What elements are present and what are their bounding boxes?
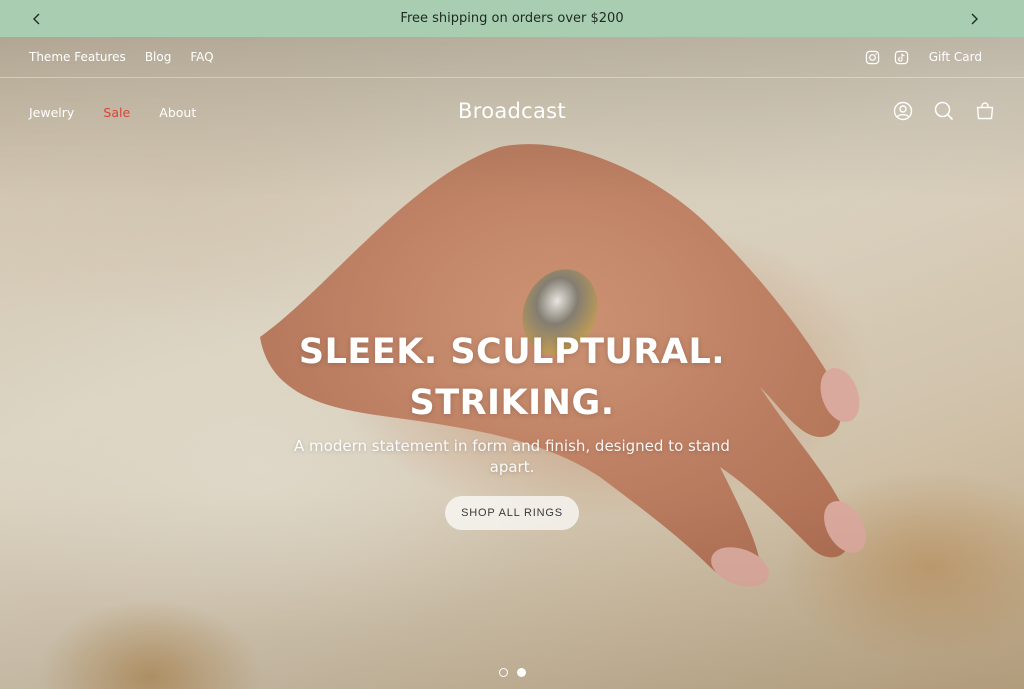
nav-link-jewelry[interactable]: Jewelry	[29, 105, 74, 120]
search-icon[interactable]	[934, 101, 954, 121]
announcement-bar: Free shipping on orders over $200	[0, 0, 1024, 37]
hero-title: SLEEK. SCULPTURAL. STRIKING.	[282, 327, 742, 429]
utility-link-blog[interactable]: Blog	[145, 50, 172, 64]
tiktok-icon[interactable]	[894, 50, 909, 65]
main-nav-links: Jewelry Sale About	[29, 102, 220, 121]
utility-link-faq[interactable]: FAQ	[190, 50, 213, 64]
account-icon[interactable]	[893, 101, 913, 121]
shop-all-rings-button[interactable]: SHOP ALL RINGS	[445, 496, 579, 530]
site-logo[interactable]: Broadcast	[458, 99, 566, 123]
utility-link-theme-features[interactable]: Theme Features	[29, 50, 126, 64]
chevron-left-icon	[32, 13, 39, 24]
nav-link-about[interactable]: About	[159, 105, 196, 120]
utility-nav: Theme Features Blog FAQ Gift Card	[0, 37, 1024, 78]
slide-dot-1[interactable]	[498, 668, 508, 677]
hero-title-line1: SLEEK. SCULPTURAL.	[298, 332, 726, 372]
nav-link-sale[interactable]: Sale	[103, 105, 130, 120]
slide-dot-2[interactable]	[516, 668, 526, 677]
gift-card-link[interactable]: Gift Card	[929, 50, 982, 64]
announcement-text: Free shipping on orders over $200	[400, 11, 624, 26]
hero-title-line2: STRIKING.	[409, 383, 615, 423]
chevron-right-icon	[971, 13, 978, 24]
hero-subtitle: A modern statement in form and finish, d…	[294, 437, 730, 476]
announcement-next-button[interactable]	[955, 0, 992, 37]
header-icons	[872, 101, 995, 121]
cart-icon[interactable]	[975, 101, 995, 121]
hero-content: SLEEK. SCULPTURAL. STRIKING. A modern st…	[0, 327, 1024, 530]
announcement-prev-button[interactable]	[18, 0, 55, 37]
instagram-icon[interactable]	[865, 50, 880, 65]
slide-dots	[0, 668, 1024, 677]
main-nav: Jewelry Sale About Broadcast	[0, 78, 1024, 144]
